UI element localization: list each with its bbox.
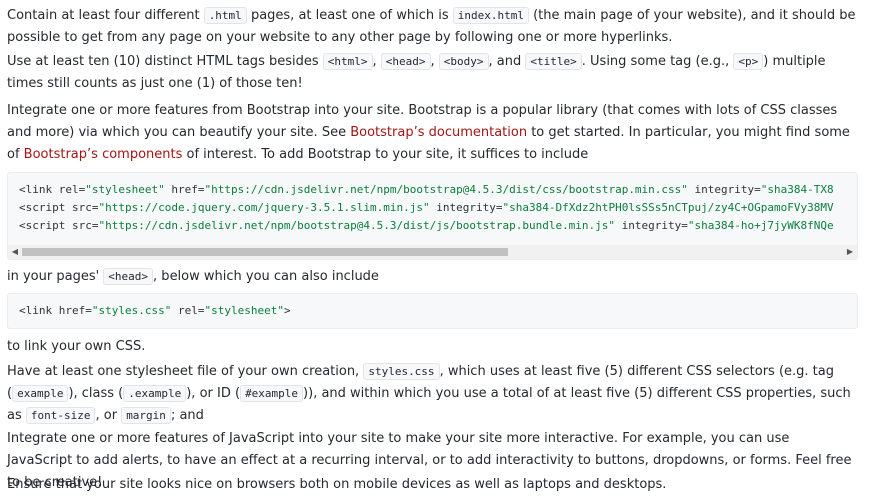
code-text: <link rel="stylesheet" href="https://cdn…: [19, 183, 834, 232]
text: in your pages': [7, 269, 104, 284]
text: , below which you can also include: [153, 269, 379, 284]
inline-code: <html>: [322, 53, 373, 70]
text: Have at least one stylesheet file of you…: [7, 364, 364, 379]
horizontal-scrollbar[interactable]: ◀ ▶: [8, 245, 857, 259]
head-include-note: in your pages' <head>, below which you c…: [7, 266, 379, 288]
requirement-stylesheet: Have at least one stylesheet file of you…: [7, 361, 857, 427]
requirement-responsive: Ensure that your site looks nice on brow…: [7, 474, 666, 496]
scrollbar-thumb[interactable]: [22, 248, 508, 256]
inline-code: <body>: [438, 53, 489, 70]
scroll-right-icon[interactable]: ▶: [843, 245, 857, 259]
inline-code: .example: [123, 385, 187, 402]
text: Contain at least four different: [7, 8, 204, 23]
requirement-tags: Use at least ten (10) distinct HTML tags…: [7, 51, 857, 95]
stylesheet-link-code: <link href="styles.css" rel="stylesheet"…: [7, 293, 858, 329]
text: ), or ID (: [186, 386, 241, 401]
text: pages, at least one of which is: [246, 8, 453, 23]
inline-code: <p>: [733, 53, 764, 70]
inline-code: example: [12, 385, 69, 402]
inline-code: font-size: [25, 407, 96, 424]
requirement-pages: Contain at least four different .html pa…: [7, 5, 857, 49]
bootstrap-docs-link[interactable]: Bootstrap’s documentation: [350, 125, 527, 140]
inline-code: styles.css: [363, 363, 440, 380]
bootstrap-include-code: <link rel="stylesheet" href="https://cdn…: [7, 172, 858, 260]
inline-code: margin: [121, 407, 171, 424]
scroll-left-icon[interactable]: ◀: [8, 245, 22, 259]
code-text: <link href="styles.css" rel="stylesheet"…: [19, 304, 291, 317]
inline-code: index.html: [452, 7, 529, 24]
text: . Using some tag (e.g.,: [581, 54, 734, 69]
text: ; and: [170, 408, 204, 423]
text: Ensure that your site looks nice on brow…: [7, 477, 667, 492]
inline-code: .html: [203, 7, 247, 24]
inline-code: <head>: [103, 268, 154, 285]
bootstrap-components-link[interactable]: Bootstrap’s components: [24, 147, 183, 162]
link-css-note: to link your own CSS.: [7, 336, 145, 358]
text: ,: [372, 54, 381, 69]
text: , or: [95, 408, 122, 423]
text: to link your own CSS.: [7, 339, 146, 354]
text: ,: [430, 54, 439, 69]
inline-code: <head>: [380, 53, 431, 70]
inline-code: <title>: [525, 53, 582, 70]
text: , and: [488, 54, 526, 69]
text: of interest. To add Bootstrap to your si…: [182, 147, 589, 162]
text: ), class (: [68, 386, 124, 401]
inline-code: #example: [240, 385, 304, 402]
requirement-bootstrap: Integrate one or more features from Boot…: [7, 100, 857, 166]
text: Use at least ten (10) distinct HTML tags…: [7, 54, 323, 69]
